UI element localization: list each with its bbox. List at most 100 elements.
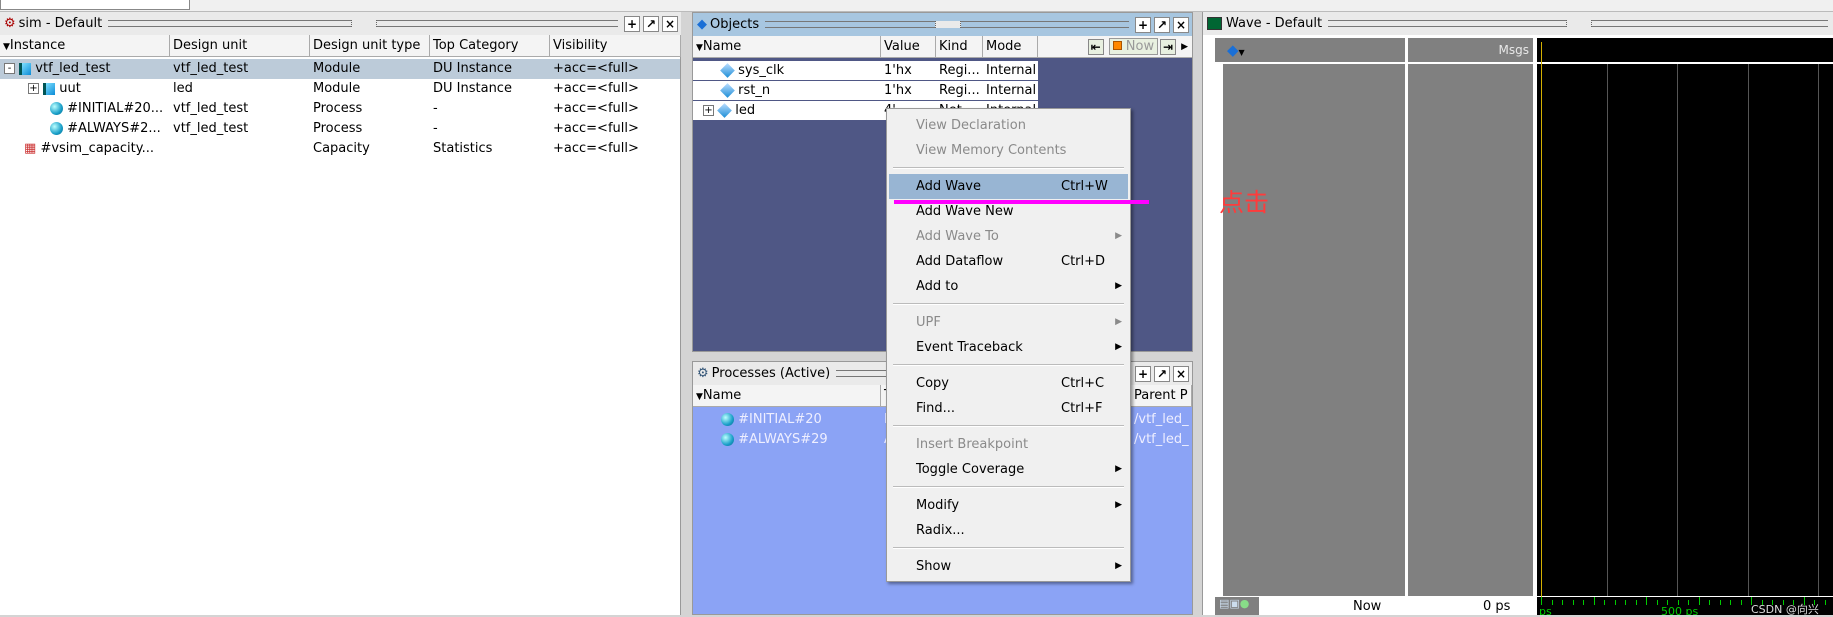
menu-item-view-declaration[interactable]: View Declaration (889, 113, 1128, 138)
drag-grip[interactable] (765, 21, 1129, 28)
wave-names-list[interactable] (1223, 64, 1405, 596)
dock-plus-icon[interactable]: + (1135, 16, 1151, 33)
sort-icon: ▼ (696, 43, 703, 53)
menu-item-upf[interactable]: UPF ▶ (889, 310, 1128, 335)
menu-item-label: View Memory Contents (916, 143, 1067, 158)
sim-titlebar[interactable]: ⚙ sim - Default + ↗ × (0, 12, 681, 35)
submenu-arrow-icon: ▶ (1115, 231, 1122, 241)
close-icon[interactable]: × (1173, 365, 1189, 382)
objects-dropdown-icon[interactable]: ◆▼ (1227, 41, 1245, 59)
menu-item-view-memory-contents[interactable]: View Memory Contents (889, 138, 1128, 163)
menu-shortcut: Ctrl+F (1061, 401, 1103, 416)
col-visibility[interactable]: Visibility (550, 35, 681, 56)
signal-value: 1'hx (884, 63, 912, 78)
col-kind[interactable]: Kind (936, 36, 983, 57)
wave-msgs-header: Msgs (1408, 38, 1533, 62)
now-button[interactable]: Now (1108, 38, 1159, 55)
menu-item-label: Copy (916, 376, 949, 391)
table-row[interactable]: ▦ #vsim_capacity... Capacity Statistics … (0, 139, 680, 159)
menu-item-insert-breakpoint[interactable]: Insert Breakpoint (889, 432, 1128, 457)
menu-item-label: Add to (916, 279, 959, 294)
submenu-arrow-icon: ▶ (1115, 500, 1122, 510)
menu-item-copy[interactable]: Copy Ctrl+C (889, 371, 1128, 396)
col-design-unit-type[interactable]: Design unit type (310, 35, 430, 56)
time-tick (1593, 597, 1595, 605)
process-icon (721, 433, 734, 446)
table-row[interactable]: + uut led Module DU Instance +acc=<full> (0, 79, 680, 99)
menu-item-show[interactable]: Show ▶ (889, 554, 1128, 579)
object-row[interactable]: rst_n 1'hx Regi... Internal (693, 81, 1038, 101)
prev-edge-icon[interactable]: ⇤ (1087, 38, 1104, 55)
submenu-arrow-icon: ▶ (1115, 281, 1122, 291)
col-parent[interactable]: Parent P (1131, 385, 1192, 406)
col-top-category[interactable]: Top Category (430, 35, 550, 56)
close-icon[interactable]: × (1173, 16, 1189, 33)
next-edge-icon[interactable]: ⇥ (1160, 38, 1177, 55)
signal-name: led (735, 103, 756, 118)
undock-icon[interactable]: ↗ (1154, 16, 1170, 33)
menu-item-event-traceback[interactable]: Event Traceback ▶ (889, 335, 1128, 360)
design-unit: vtf_led_test (173, 101, 249, 116)
close-icon[interactable]: × (662, 15, 678, 32)
dock-plus-icon[interactable]: + (1135, 365, 1151, 382)
drag-grip[interactable] (108, 20, 618, 27)
menu-item-modify[interactable]: Modify ▶ (889, 493, 1128, 518)
menu-item-add-dataflow[interactable]: Add Dataflow Ctrl+D (889, 249, 1128, 274)
table-row[interactable]: #ALWAYS#2... vtf_led_test Process - +acc… (0, 119, 680, 139)
col-name[interactable]: ▼Name (693, 385, 881, 406)
col-value[interactable]: Value (881, 36, 936, 57)
menu-item-find[interactable]: Find... Ctrl+F (889, 396, 1128, 421)
menu-item-label: View Declaration (916, 118, 1026, 133)
col-instance[interactable]: ▼Instance (0, 35, 170, 56)
drag-grip[interactable] (1328, 20, 1828, 27)
menu-separator (893, 167, 1124, 169)
menu-separator (893, 486, 1124, 488)
col-name[interactable]: ▼Name (693, 36, 881, 57)
col-mode[interactable]: Mode (983, 36, 1038, 57)
signal-name: rst_n (738, 83, 771, 98)
sim-column-header: ▼Instance Design unit Design unit type T… (0, 35, 681, 57)
dock-plus-icon[interactable]: + (624, 15, 640, 32)
submenu-arrow-icon: ▶ (1115, 317, 1122, 327)
time-tick (1698, 597, 1700, 605)
wave-toolbar-icons[interactable]: ▤▣● (1215, 597, 1259, 615)
cursor-line[interactable] (1541, 42, 1542, 615)
context-menu: View Declaration View Memory Contents Ad… (886, 108, 1131, 582)
menu-item-add-wave-to[interactable]: Add Wave To ▶ (889, 224, 1128, 249)
signal-icon (717, 103, 732, 118)
wave-icon (1207, 17, 1222, 30)
table-row[interactable]: - vtf_led_test vtf_led_test Module DU In… (0, 59, 680, 79)
menu-separator (893, 547, 1124, 549)
expand-icon[interactable]: + (28, 83, 39, 94)
signal-kind: Regi... (939, 63, 980, 78)
menu-item-label: Add Wave To (916, 229, 999, 244)
expand-icon[interactable]: + (703, 105, 714, 116)
menu-item-add-wave[interactable]: Add Wave Ctrl+W (889, 174, 1128, 199)
menu-item-radix[interactable]: Radix... (889, 518, 1128, 543)
top-category: - (433, 121, 438, 136)
time-tick (1572, 600, 1574, 605)
top-category: - (433, 101, 438, 116)
wave-titlebar[interactable]: Wave - Default (1203, 12, 1833, 35)
process-name: #ALWAYS#29 (738, 432, 828, 447)
object-row[interactable]: sys_clk 1'hx Regi... Internal (693, 61, 1038, 81)
objects-titlebar[interactable]: ◆ Objects + ↗ × (693, 13, 1192, 36)
wave-title: Wave - Default (1226, 16, 1323, 31)
process-icon (721, 413, 734, 426)
more-arrow-icon[interactable]: ▶ (1181, 36, 1188, 57)
collapse-icon[interactable]: - (4, 63, 15, 74)
undock-icon[interactable]: ↗ (643, 15, 659, 32)
table-row[interactable]: #INITIAL#20... vtf_led_test Process - +a… (0, 99, 680, 119)
instance-name: vtf_led_test (35, 61, 111, 76)
time-tick (1656, 600, 1658, 605)
col-design-unit[interactable]: Design unit (170, 35, 310, 56)
module-icon (43, 82, 56, 95)
menu-item-add-to[interactable]: Add to ▶ (889, 274, 1128, 299)
now-label: Now (1353, 599, 1382, 614)
sim-icon: ⚙ (4, 16, 16, 31)
time-tick (1824, 600, 1826, 605)
menu-item-label: Add Dataflow (916, 254, 1004, 269)
menu-item-toggle-coverage[interactable]: Toggle Coverage ▶ (889, 457, 1128, 482)
waveform-area[interactable] (1537, 64, 1833, 596)
undock-icon[interactable]: ↗ (1154, 365, 1170, 382)
